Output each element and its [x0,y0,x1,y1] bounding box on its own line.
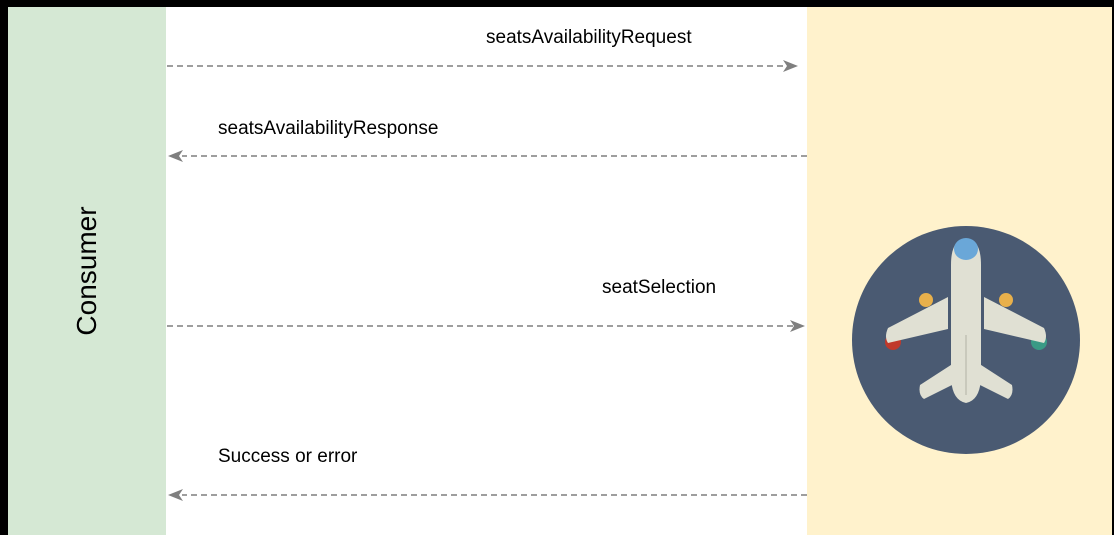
arrowhead-request [783,60,798,72]
airplane-icon [852,226,1080,454]
arrowhead-response [168,150,183,162]
arrowhead-result [168,489,183,501]
